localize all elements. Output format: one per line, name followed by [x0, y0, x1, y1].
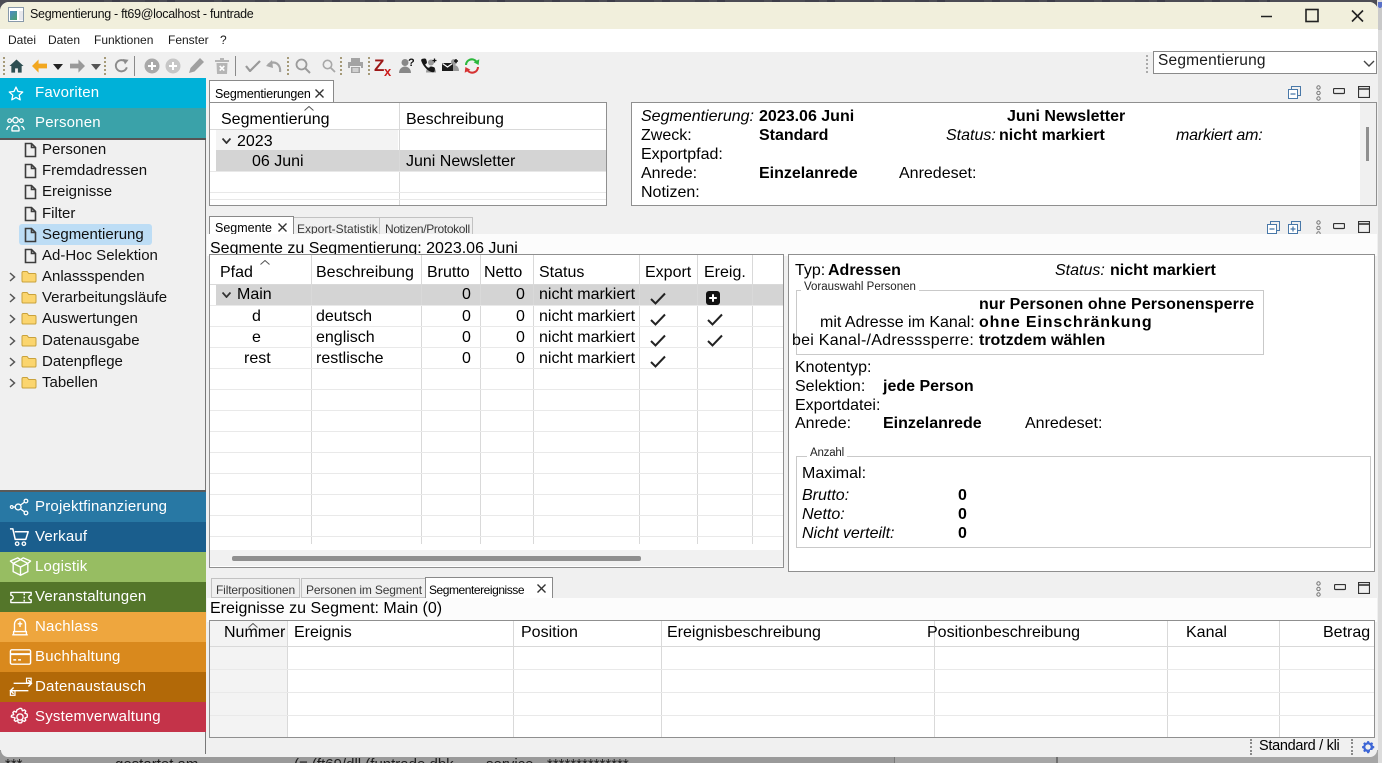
svg-text:?: ?: [408, 58, 414, 69]
